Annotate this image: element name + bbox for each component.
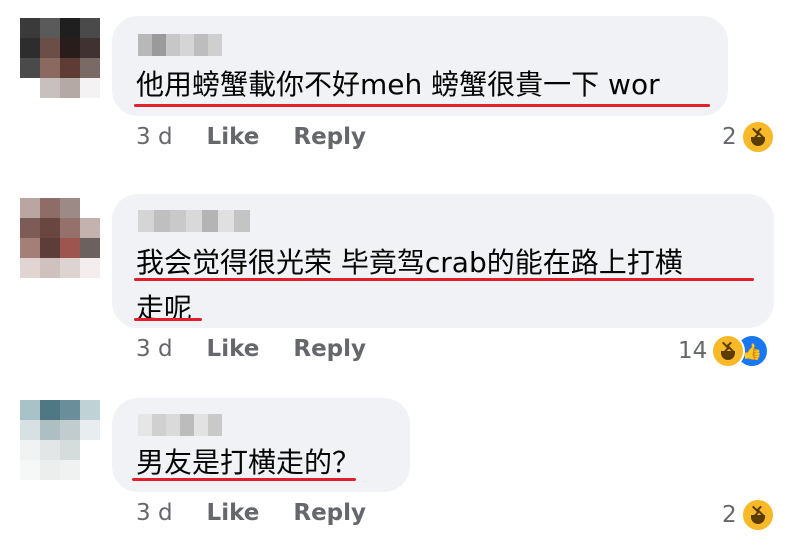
comment-actions: 3 d Like Reply (136, 500, 366, 526)
reply-button[interactable]: Reply (293, 500, 366, 526)
reaction-count: 2 (722, 502, 737, 528)
reactions-summary[interactable]: 2 (722, 498, 775, 532)
author-name-redacted[interactable] (138, 414, 222, 436)
highlight-underline (132, 478, 356, 481)
comment-bubble: 男友是打横走的？ (112, 398, 410, 492)
comment-3: 男友是打横走的？ 3 d Like Reply 2 (0, 0, 800, 548)
haha-icon (740, 498, 775, 532)
timestamp[interactable]: 3 d (136, 500, 173, 526)
avatar[interactable] (20, 400, 100, 480)
like-button[interactable]: Like (207, 500, 260, 526)
